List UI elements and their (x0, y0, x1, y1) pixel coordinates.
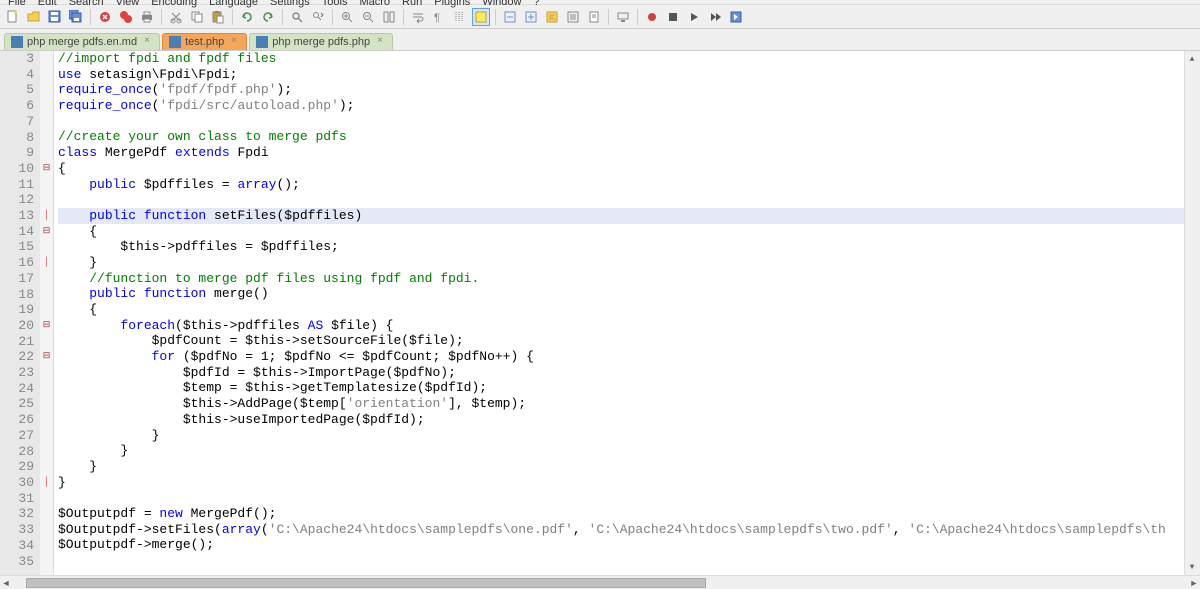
find-icon[interactable] (288, 8, 306, 26)
code-line-13[interactable]: public function setFiles($pdffiles) (58, 208, 1200, 224)
play-multi-icon[interactable] (706, 8, 724, 26)
hscroll-thumb[interactable] (26, 578, 706, 588)
scroll-up-icon[interactable]: ▲ (1186, 53, 1198, 65)
highlight-icon[interactable] (472, 8, 490, 26)
code-line-9[interactable]: class MergePdf extends Fpdi (58, 145, 1200, 161)
doc-map-icon[interactable] (543, 8, 561, 26)
code-line-26[interactable]: $this->useImportedPage($pdfId); (58, 412, 1200, 428)
code-line-28[interactable]: } (58, 443, 1200, 459)
tab-bar: php merge pdfs.en.md×test.php×php merge … (0, 29, 1200, 51)
tab-test-php[interactable]: test.php × (162, 33, 247, 50)
code-line-4[interactable]: use setasign\Fpdi\Fpdi; (58, 67, 1200, 83)
redo-icon[interactable] (259, 8, 277, 26)
code-line-11[interactable]: public $pdffiles = array(); (58, 177, 1200, 193)
horizontal-scrollbar[interactable]: ◄ ► (0, 575, 1200, 589)
code-line-8[interactable]: //create your own class to merge pdfs (58, 129, 1200, 145)
code-line-25[interactable]: $this->AddPage($temp['orientation'], $te… (58, 396, 1200, 412)
print-icon[interactable] (138, 8, 156, 26)
code-line-3[interactable]: //import fpdi and fpdf files (58, 51, 1200, 67)
code-line-18[interactable]: public function merge() (58, 286, 1200, 302)
code-line-17[interactable]: //function to merge pdf files using fpdf… (58, 271, 1200, 287)
code-line-16[interactable]: } (58, 255, 1200, 271)
show-chars-icon[interactable]: ¶ (430, 8, 448, 26)
paste-icon[interactable] (209, 8, 227, 26)
wordwrap-icon[interactable] (409, 8, 427, 26)
monitor-icon[interactable] (614, 8, 632, 26)
file-icon (11, 36, 23, 48)
code-line-12[interactable] (58, 192, 1200, 208)
scroll-right-icon[interactable]: ► (1188, 578, 1200, 588)
code-line-23[interactable]: $pdfId = $this->ImportPage($pdfNo); (58, 365, 1200, 381)
code-line-32[interactable]: $Outputpdf = new MergePdf(); (58, 506, 1200, 522)
code-line-22[interactable]: for ($pdfNo = 1; $pdfNo <= $pdfCount; $p… (58, 349, 1200, 365)
code-line-7[interactable] (58, 114, 1200, 130)
zoom-in-icon[interactable] (338, 8, 356, 26)
fold-column[interactable]: ⊟ │⊟ │ ⊟ ⊟ │ (40, 51, 54, 575)
code-line-21[interactable]: $pdfCount = $this->setSourceFile($file); (58, 333, 1200, 349)
tab-php-merge-pdfs-en-md[interactable]: php merge pdfs.en.md × (4, 33, 160, 50)
save-macro-icon[interactable] (727, 8, 745, 26)
file-icon (256, 36, 268, 48)
line-gutter: 3456789101112131415161718192021222324252… (0, 51, 40, 575)
indent-guide-icon[interactable] (451, 8, 469, 26)
code-line-30[interactable]: } (58, 475, 1200, 491)
code-line-15[interactable]: $this->pdffiles = $pdffiles; (58, 239, 1200, 255)
tab-close-icon[interactable]: × (228, 36, 240, 48)
svg-text:¶: ¶ (434, 12, 440, 24)
doc-switcher-icon[interactable] (585, 8, 603, 26)
code-line-20[interactable]: foreach($this->pdffiles AS $file) { (58, 318, 1200, 334)
close-all-icon[interactable] (117, 8, 135, 26)
record-icon[interactable] (643, 8, 661, 26)
tab-label: php merge pdfs.en.md (27, 36, 137, 48)
unfold-all-icon[interactable] (522, 8, 540, 26)
cut-icon[interactable] (167, 8, 185, 26)
replace-icon[interactable] (309, 8, 327, 26)
sync-scroll-icon[interactable] (380, 8, 398, 26)
tab-close-icon[interactable]: × (141, 36, 153, 48)
save-all-icon[interactable] (67, 8, 85, 26)
scroll-left-icon[interactable]: ◄ (0, 578, 12, 588)
code-line-33[interactable]: $Outputpdf->setFiles(array('C:\Apache24\… (58, 522, 1200, 538)
new-file-icon[interactable] (4, 8, 22, 26)
save-icon[interactable] (46, 8, 64, 26)
open-file-icon[interactable] (25, 8, 43, 26)
code-editor[interactable]: 3456789101112131415161718192021222324252… (0, 51, 1200, 575)
scroll-down-icon[interactable]: ▼ (1186, 561, 1198, 573)
tab-close-icon[interactable]: × (374, 36, 386, 48)
close-icon[interactable] (96, 8, 114, 26)
vertical-scrollbar[interactable]: ▲ ▼ (1184, 51, 1200, 575)
tab-php-merge-pdfs-php[interactable]: php merge pdfs.php × (249, 33, 393, 50)
code-line-29[interactable]: } (58, 459, 1200, 475)
tab-label: php merge pdfs.php (272, 36, 370, 48)
fold-all-icon[interactable] (501, 8, 519, 26)
func-list-icon[interactable] (564, 8, 582, 26)
undo-icon[interactable] (238, 8, 256, 26)
code-line-31[interactable] (58, 490, 1200, 506)
code-line-24[interactable]: $temp = $this->getTemplatesize($pdfId); (58, 380, 1200, 396)
stop-icon[interactable] (664, 8, 682, 26)
file-icon (169, 36, 181, 48)
zoom-out-icon[interactable] (359, 8, 377, 26)
tab-label: test.php (185, 36, 224, 48)
code-line-19[interactable]: { (58, 302, 1200, 318)
code-line-34[interactable]: $Outputpdf->merge(); (58, 537, 1200, 553)
copy-icon[interactable] (188, 8, 206, 26)
code-line-6[interactable]: require_once('fpdi/src/autoload.php'); (58, 98, 1200, 114)
code-line-10[interactable]: { (58, 161, 1200, 177)
toolbar: ¶ (0, 5, 1200, 29)
code-content[interactable]: //import fpdi and fpdf filesuse setasign… (54, 51, 1200, 575)
code-line-27[interactable]: } (58, 428, 1200, 444)
code-line-5[interactable]: require_once('fpdf/fpdf.php'); (58, 82, 1200, 98)
code-line-14[interactable]: { (58, 224, 1200, 240)
play-icon[interactable] (685, 8, 703, 26)
